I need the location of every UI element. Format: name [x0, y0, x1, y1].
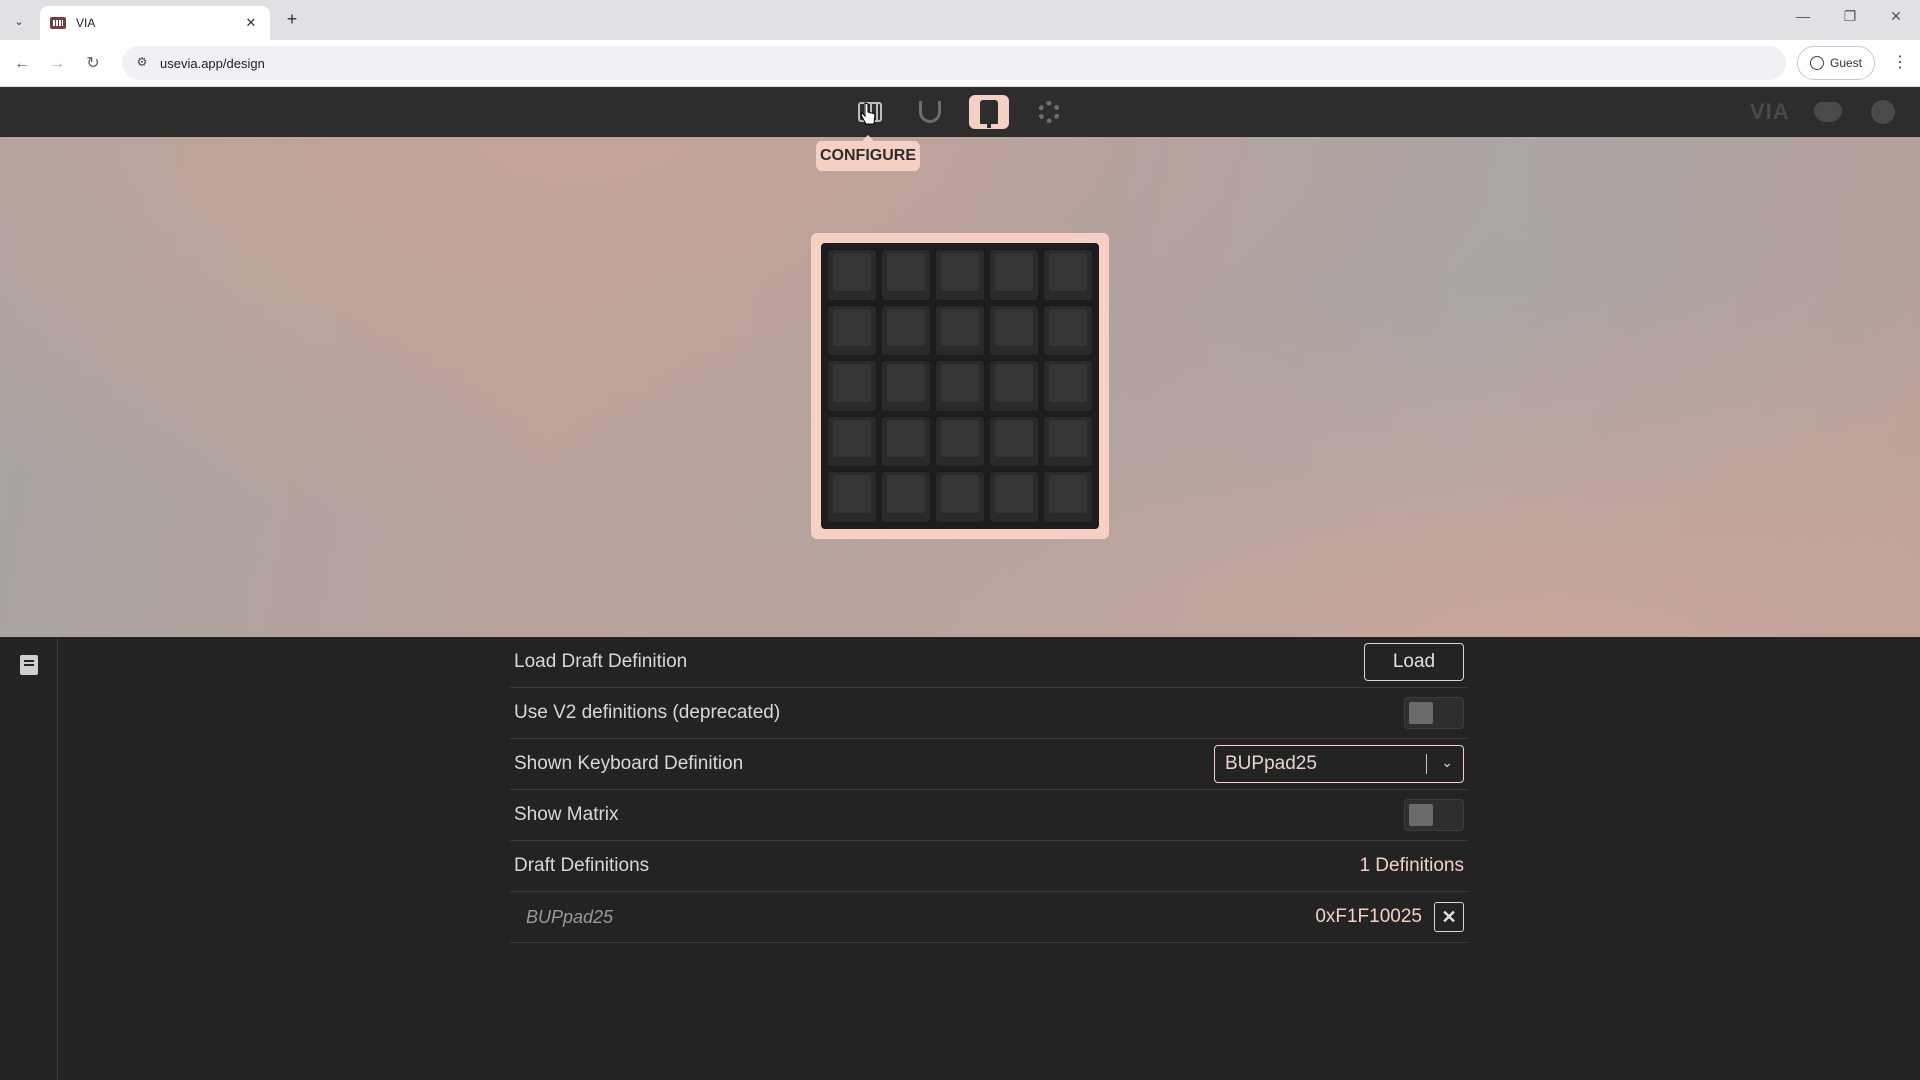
mouse-cursor-icon [860, 102, 876, 125]
shown-definition-row: Shown Keyboard Definition BUPpad25 ⌄ [510, 739, 1468, 790]
profile-icon [1809, 56, 1824, 70]
show-matrix-toggle[interactable] [1404, 799, 1464, 831]
keycap[interactable] [827, 360, 877, 412]
definition-actions: 0xF1F10025 ✕ [1315, 902, 1464, 932]
keycap[interactable] [881, 249, 931, 301]
definition-name: BUPpad25 [526, 906, 614, 927]
toggle-knob [1409, 702, 1433, 724]
v2-definitions-label: Use V2 definitions (deprecated) [514, 702, 781, 723]
nav-settings[interactable] [1029, 95, 1069, 129]
tab-search-icon[interactable]: ⌄ [8, 10, 30, 32]
show-matrix-label: Show Matrix [514, 804, 619, 825]
keycap[interactable] [935, 415, 985, 468]
keycap[interactable] [827, 304, 877, 357]
url-text: usevia.app/design [160, 55, 265, 71]
tab-close-icon[interactable]: ✕ [242, 15, 260, 31]
configure-tooltip: CONFIGURE [816, 135, 920, 171]
select-separator [1426, 754, 1427, 774]
keycap[interactable] [827, 249, 877, 301]
new-tab-button[interactable]: + [280, 8, 304, 32]
github-link[interactable] [1863, 95, 1903, 129]
stethoscope-icon [919, 101, 941, 123]
gear-icon [1038, 101, 1060, 123]
keycap[interactable] [881, 304, 931, 357]
keycap[interactable] [935, 471, 985, 523]
show-matrix-row: Show Matrix [510, 790, 1468, 841]
browser-tab[interactable]: VIA ✕ [40, 6, 270, 40]
keycap[interactable] [989, 304, 1039, 357]
reload-icon[interactable]: ↻ [81, 52, 105, 76]
toggle-knob [1409, 804, 1433, 826]
via-favicon-icon [50, 17, 66, 29]
nav-test[interactable] [910, 95, 950, 129]
chevron-down-icon[interactable]: ⌄ [1441, 754, 1453, 771]
vendor-product-id: 0xF1F10025 [1315, 906, 1422, 927]
keycap[interactable] [827, 415, 877, 468]
keycap[interactable] [935, 360, 985, 412]
keycap[interactable] [1043, 471, 1093, 523]
browser-tab-bar: ⌄ VIA ✕ + — ❐ ✕ [0, 0, 1920, 40]
draft-definition-item: BUPpad25 0xF1F10025 ✕ [510, 892, 1468, 943]
keyboard-preview [0, 137, 1920, 637]
browser-menu-icon[interactable]: ⋮ [1890, 52, 1910, 72]
window-minimize-button[interactable]: — [1783, 8, 1823, 24]
window-close-button[interactable]: ✕ [1876, 8, 1916, 25]
profile-label: Guest [1829, 56, 1862, 70]
draft-definitions-row: Draft Definitions 1 Definitions [510, 841, 1468, 892]
keycap[interactable] [989, 471, 1039, 523]
keycap[interactable] [1043, 249, 1093, 301]
keycap[interactable] [989, 360, 1039, 412]
window-restore-button[interactable]: ❐ [1830, 8, 1870, 25]
keycap[interactable] [881, 471, 931, 523]
keycap[interactable] [989, 249, 1039, 301]
draft-definitions-label: Draft Definitions [514, 855, 650, 876]
load-button[interactable]: Load [1364, 643, 1464, 681]
keycap[interactable] [935, 249, 985, 301]
discord-link[interactable] [1808, 95, 1848, 129]
design-panel: Load Draft Definition Load Use V2 defini… [0, 637, 1920, 1080]
definition-select[interactable]: BUPpad25 ⌄ [1214, 745, 1464, 783]
keyboard-case [811, 233, 1109, 539]
discord-icon [1814, 102, 1842, 122]
app-header: VIA [0, 87, 1920, 137]
definition-select-value: BUPpad25 [1225, 753, 1317, 774]
keycap[interactable] [1043, 415, 1093, 468]
keycap[interactable] [935, 304, 985, 357]
shown-definition-label: Shown Keyboard Definition [514, 753, 744, 774]
keycap[interactable] [881, 360, 931, 412]
keycap[interactable] [989, 415, 1039, 468]
design-options: Load Draft Definition Load Use V2 defini… [510, 637, 1468, 943]
keycap[interactable] [827, 471, 877, 523]
github-icon [1871, 100, 1895, 124]
remove-definition-button[interactable]: ✕ [1434, 902, 1464, 932]
v2-definitions-row: Use V2 definitions (deprecated) [510, 688, 1468, 739]
definitions-count: 1 Definitions [1359, 855, 1464, 876]
site-info-icon[interactable]: ⚙ [134, 55, 150, 71]
keycap[interactable] [1043, 304, 1093, 357]
load-draft-label: Load Draft Definition [514, 651, 688, 672]
forward-icon[interactable]: → [45, 52, 69, 76]
book-icon[interactable] [20, 655, 38, 675]
address-bar[interactable]: ⚙ usevia.app/design [122, 46, 1786, 80]
back-icon[interactable]: ← [10, 52, 34, 76]
tab-title: VIA [76, 16, 96, 30]
v2-definitions-toggle[interactable] [1404, 697, 1464, 729]
paintbrush-icon [980, 100, 998, 128]
keycap[interactable] [1043, 360, 1093, 412]
via-logo[interactable]: VIA [1750, 99, 1790, 125]
profile-button[interactable]: Guest [1797, 46, 1875, 80]
nav-design[interactable] [969, 95, 1009, 129]
load-draft-row: Load Draft Definition Load [510, 637, 1468, 688]
key-grid [821, 243, 1099, 529]
design-sidebar [0, 637, 58, 1080]
browser-toolbar: ← → ↻ ⚙ usevia.app/design Guest ⋮ [0, 40, 1920, 87]
keycap[interactable] [881, 415, 931, 468]
